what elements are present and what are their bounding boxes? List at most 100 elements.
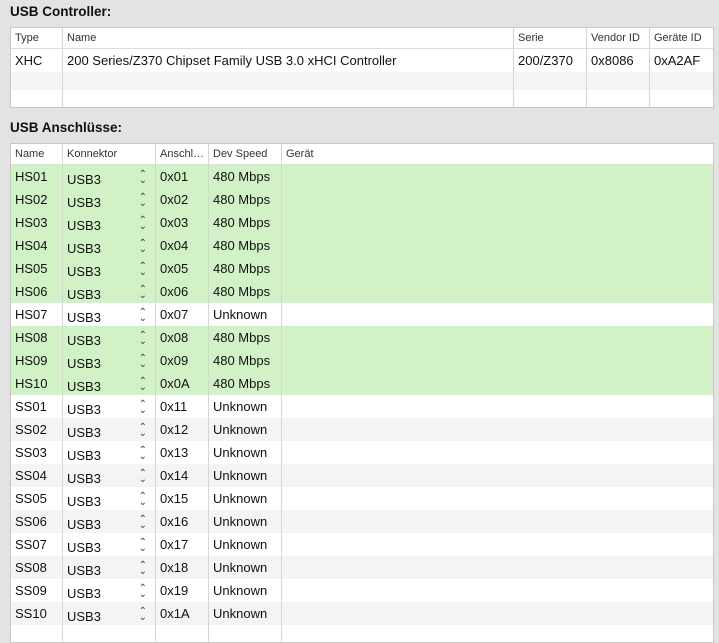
port-row[interactable]: SS01 USB3 ⌃ ⌄ 0x11 Unknown xyxy=(11,395,713,418)
column-header[interactable]: Vendor ID xyxy=(587,28,650,48)
connector-select[interactable]: USB3 ⌃ ⌄ xyxy=(63,165,156,188)
port-row[interactable]: SS04 USB3 ⌃ ⌄ 0x14 Unknown xyxy=(11,464,713,487)
column-header[interactable]: Serie xyxy=(514,28,587,48)
chevron-up-down-icon: ⌃ ⌄ xyxy=(138,238,147,255)
chevron-up-down-icon: ⌃ ⌄ xyxy=(138,376,147,393)
port-speed: Unknown xyxy=(209,303,282,326)
port-speed: Unknown xyxy=(209,418,282,441)
controller-table[interactable]: Type Name Serie Vendor ID Geräte ID XHC 200 Se… xyxy=(10,27,714,108)
usb-controller-heading: USB Controller: xyxy=(10,4,112,19)
column-header[interactable]: Dev Speed xyxy=(209,144,282,164)
table-cell xyxy=(63,72,514,90)
column-header[interactable]: Gerät xyxy=(282,144,713,164)
port-row[interactable]: SS02 USB3 ⌃ ⌄ 0x12 Unknown xyxy=(11,418,713,441)
chevron-up-down-icon: ⌃ ⌄ xyxy=(138,353,147,370)
connector-select[interactable]: USB3 ⌃ ⌄ xyxy=(63,280,156,303)
connector-select[interactable]: USB3 ⌃ ⌄ xyxy=(63,257,156,280)
connector-select[interactable]: USB3 ⌃ ⌄ xyxy=(63,303,156,326)
port-port: 0x1A xyxy=(156,602,209,625)
port-speed: Unknown xyxy=(209,579,282,602)
chevron-up-down-icon: ⌃ ⌄ xyxy=(138,606,147,623)
table-row xyxy=(11,90,713,107)
port-speed: Unknown xyxy=(209,510,282,533)
connector-select[interactable]: USB3 ⌃ ⌄ xyxy=(63,556,156,579)
port-row[interactable]: SS10 USB3 ⌃ ⌄ 0x1A Unknown xyxy=(11,602,713,625)
port-row[interactable]: HS02 USB3 ⌃ ⌄ 0x02 480 Mbps xyxy=(11,188,713,211)
column-header[interactable]: Konnektor xyxy=(63,144,156,164)
connector-value: USB3 xyxy=(67,378,101,394)
port-name: HS08 xyxy=(11,326,63,349)
port-row[interactable]: HS10 USB3 ⌃ ⌄ 0x0A 480 Mbps xyxy=(11,372,713,395)
connector-select[interactable]: USB3 ⌃ ⌄ xyxy=(63,349,156,372)
connector-select[interactable]: USB3 ⌃ ⌄ xyxy=(63,441,156,464)
port-name: SS10 xyxy=(11,602,63,625)
connector-select[interactable]: USB3 ⌃ ⌄ xyxy=(63,234,156,257)
port-name: HS10 xyxy=(11,372,63,395)
table-row[interactable]: XHC 200 Series/Z370 Chipset Family USB 3.… xyxy=(11,49,713,72)
table-row xyxy=(11,72,713,90)
port-port: 0x09 xyxy=(156,349,209,372)
connector-select[interactable]: USB3 ⌃ ⌄ xyxy=(63,510,156,533)
column-header[interactable]: Type xyxy=(11,28,63,48)
port-device xyxy=(282,464,713,487)
port-port: 0x03 xyxy=(156,211,209,234)
column-header[interactable]: Name xyxy=(11,144,63,164)
ports-table[interactable]: Name Konnektor Anschl… Dev Speed Gerät HS01 US… xyxy=(10,143,714,643)
connector-value: USB3 xyxy=(67,263,101,279)
port-row[interactable]: SS08 USB3 ⌃ ⌄ 0x18 Unknown xyxy=(11,556,713,579)
port-port: 0x08 xyxy=(156,326,209,349)
port-row[interactable]: HS05 USB3 ⌃ ⌄ 0x05 480 Mbps xyxy=(11,257,713,280)
controller-header-row: Type Name Serie Vendor ID Geräte ID xyxy=(11,28,713,49)
connector-select[interactable]: USB3 ⌃ ⌄ xyxy=(63,211,156,234)
port-speed: Unknown xyxy=(209,487,282,510)
column-header[interactable]: Anschl… xyxy=(156,144,209,164)
connector-select[interactable]: USB3 ⌃ ⌄ xyxy=(63,326,156,349)
port-row[interactable]: HS01 USB3 ⌃ ⌄ 0x01 480 Mbps xyxy=(11,165,713,188)
port-row[interactable]: SS06 USB3 ⌃ ⌄ 0x16 Unknown xyxy=(11,510,713,533)
connector-select[interactable]: USB3 ⌃ ⌄ xyxy=(63,395,156,418)
port-device xyxy=(282,165,713,188)
connector-select[interactable]: USB3 ⌃ ⌄ xyxy=(63,372,156,395)
connector-value: USB3 xyxy=(67,424,101,440)
chevron-up-down-icon: ⌃ ⌄ xyxy=(138,491,147,508)
port-row[interactable]: HS08 USB3 ⌃ ⌄ 0x08 480 Mbps xyxy=(11,326,713,349)
connector-select[interactable]: USB3 ⌃ ⌄ xyxy=(63,418,156,441)
port-speed: 480 Mbps xyxy=(209,372,282,395)
port-row[interactable]: HS04 USB3 ⌃ ⌄ 0x04 480 Mbps xyxy=(11,234,713,257)
port-name: SS06 xyxy=(11,510,63,533)
connector-value: USB3 xyxy=(67,401,101,417)
connector-select[interactable]: USB3 ⌃ ⌄ xyxy=(63,464,156,487)
port-device xyxy=(282,487,713,510)
connector-select[interactable]: USB3 ⌃ ⌄ xyxy=(63,602,156,625)
port-device xyxy=(282,372,713,395)
port-row[interactable]: HS06 USB3 ⌃ ⌄ 0x06 480 Mbps xyxy=(11,280,713,303)
port-device xyxy=(282,188,713,211)
port-name: SS02 xyxy=(11,418,63,441)
port-speed: Unknown xyxy=(209,441,282,464)
column-header[interactable]: Name xyxy=(63,28,514,48)
connector-value: USB3 xyxy=(67,286,101,302)
connector-select[interactable]: USB3 ⌃ ⌄ xyxy=(63,487,156,510)
port-row[interactable]: HS07 USB3 ⌃ ⌄ 0x07 Unknown xyxy=(11,303,713,326)
port-device xyxy=(282,349,713,372)
connector-select[interactable]: USB3 ⌃ ⌄ xyxy=(63,533,156,556)
port-speed: 480 Mbps xyxy=(209,165,282,188)
chevron-up-down-icon: ⌃ ⌄ xyxy=(138,445,147,462)
port-row[interactable]: SS05 USB3 ⌃ ⌄ 0x15 Unknown xyxy=(11,487,713,510)
table-cell xyxy=(63,625,156,642)
table-cell xyxy=(282,625,713,642)
port-row[interactable]: SS09 USB3 ⌃ ⌄ 0x19 Unknown xyxy=(11,579,713,602)
table-cell xyxy=(514,90,587,107)
port-row[interactable]: SS07 USB3 ⌃ ⌄ 0x17 Unknown xyxy=(11,533,713,556)
port-row[interactable]: SS03 USB3 ⌃ ⌄ 0x13 Unknown xyxy=(11,441,713,464)
port-row[interactable]: HS03 USB3 ⌃ ⌄ 0x03 480 Mbps xyxy=(11,211,713,234)
table-cell xyxy=(156,625,209,642)
connector-value: USB3 xyxy=(67,240,101,256)
connector-select[interactable]: USB3 ⌃ ⌄ xyxy=(63,579,156,602)
port-name: HS04 xyxy=(11,234,63,257)
port-row[interactable]: HS09 USB3 ⌃ ⌄ 0x09 480 Mbps xyxy=(11,349,713,372)
connector-select[interactable]: USB3 ⌃ ⌄ xyxy=(63,188,156,211)
port-name: SS04 xyxy=(11,464,63,487)
column-header[interactable]: Geräte ID xyxy=(650,28,713,48)
port-device xyxy=(282,395,713,418)
